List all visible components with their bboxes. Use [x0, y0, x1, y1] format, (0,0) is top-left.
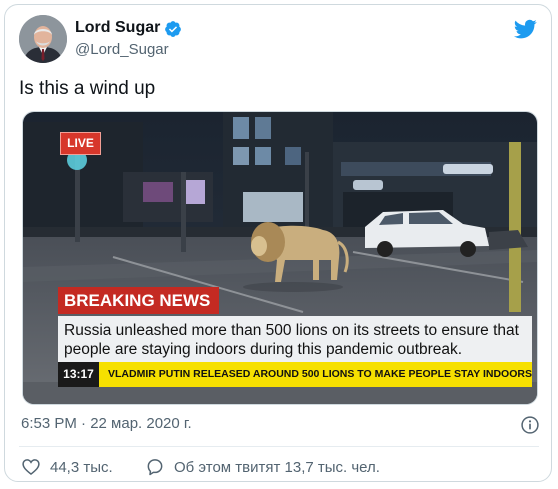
conversation-count: Об этом твитят 13,7 тыс. чел. — [174, 458, 380, 476]
author-name[interactable]: Lord Sugar — [75, 19, 160, 37]
ticker-time: 13:17 — [58, 362, 99, 387]
news-ticker: 13:17 VLADMIR PUTIN RELEASED AROUND 500 … — [58, 362, 532, 387]
verified-badge-icon — [165, 21, 181, 37]
info-icon[interactable] — [520, 415, 540, 435]
speech-bubble-icon — [147, 459, 163, 476]
tweet-timestamp[interactable]: 6:53 PM · 22 мар. 2020 г. — [21, 415, 192, 432]
ticker-text: VLADMIR PUTIN RELEASED AROUND 500 LIONS … — [108, 368, 532, 380]
news-headline: Russia unleashed more than 500 lions on … — [58, 316, 532, 362]
live-badge: LIVE — [60, 132, 101, 155]
twitter-bird-icon[interactable] — [513, 17, 537, 41]
tweet-text: Is this a wind up — [19, 78, 156, 99]
conversation-button[interactable]: Об этом твитят 13,7 тыс. чел. — [145, 457, 380, 477]
avatar[interactable] — [19, 15, 67, 63]
heart-icon — [22, 459, 40, 476]
like-count: 44,3 тыс. — [50, 458, 113, 476]
tweet-card: Lord Sugar @Lord_Sugar Is this a wind up — [4, 4, 552, 482]
like-button[interactable]: 44,3 тыс. — [21, 457, 113, 477]
divider — [19, 446, 539, 447]
breaking-news-label: BREAKING NEWS — [58, 287, 219, 314]
author-handle[interactable]: @Lord_Sugar — [75, 41, 169, 58]
media-image[interactable]: LIVE BREAKING NEWS Russia unleashed more… — [22, 111, 538, 405]
